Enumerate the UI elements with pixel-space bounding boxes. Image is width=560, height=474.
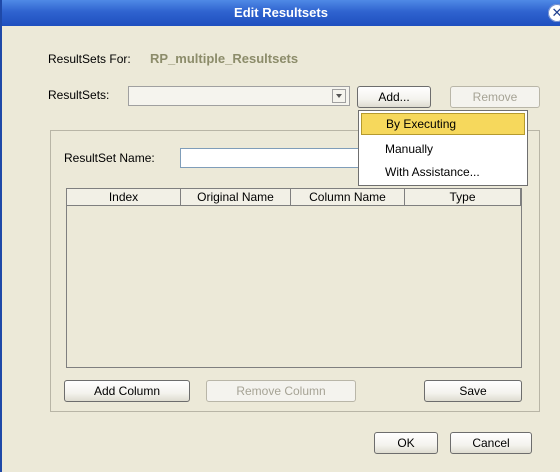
resultsets-for-value: RP_multiple_Resultsets xyxy=(150,51,299,66)
title-bar: Edit Resultsets ✕ xyxy=(2,0,560,26)
add-button[interactable]: Add... xyxy=(357,86,431,108)
menu-item-manually[interactable]: Manually xyxy=(361,138,525,160)
dialog-title: Edit Resultsets xyxy=(234,5,328,20)
column-header-column-name[interactable]: Column Name xyxy=(291,189,405,206)
resultset-name-label: ResultSet Name: xyxy=(64,151,155,165)
resultsets-dropdown[interactable] xyxy=(128,86,350,106)
save-button[interactable]: Save xyxy=(424,380,522,402)
column-header-index[interactable]: Index xyxy=(67,189,181,206)
close-icon[interactable]: ✕ xyxy=(548,4,560,22)
remove-button[interactable]: Remove xyxy=(450,86,540,108)
column-header-type[interactable]: Type xyxy=(405,189,521,206)
table-header: Index Original Name Column Name Type xyxy=(67,189,521,206)
menu-item-with-assistance[interactable]: With Assistance... xyxy=(361,161,525,183)
ok-button[interactable]: OK xyxy=(374,432,438,454)
column-header-original-name[interactable]: Original Name xyxy=(181,189,291,206)
add-dropdown-menu: By Executing Manually With Assistance... xyxy=(358,110,528,186)
cancel-button[interactable]: Cancel xyxy=(450,432,532,454)
resultsets-for-label: ResultSets For: xyxy=(48,52,131,66)
resultset-name-input[interactable] xyxy=(180,148,380,168)
resultsets-label: ResultSets: xyxy=(48,88,110,102)
menu-item-by-executing[interactable]: By Executing xyxy=(361,113,525,135)
remove-column-button[interactable]: Remove Column xyxy=(206,380,356,402)
edit-resultsets-dialog: Edit Resultsets ✕ ResultSets For: RP_mul… xyxy=(0,0,560,472)
add-column-button[interactable]: Add Column xyxy=(64,380,190,402)
chevron-down-icon[interactable] xyxy=(332,89,346,103)
columns-table[interactable]: Index Original Name Column Name Type xyxy=(66,188,522,368)
